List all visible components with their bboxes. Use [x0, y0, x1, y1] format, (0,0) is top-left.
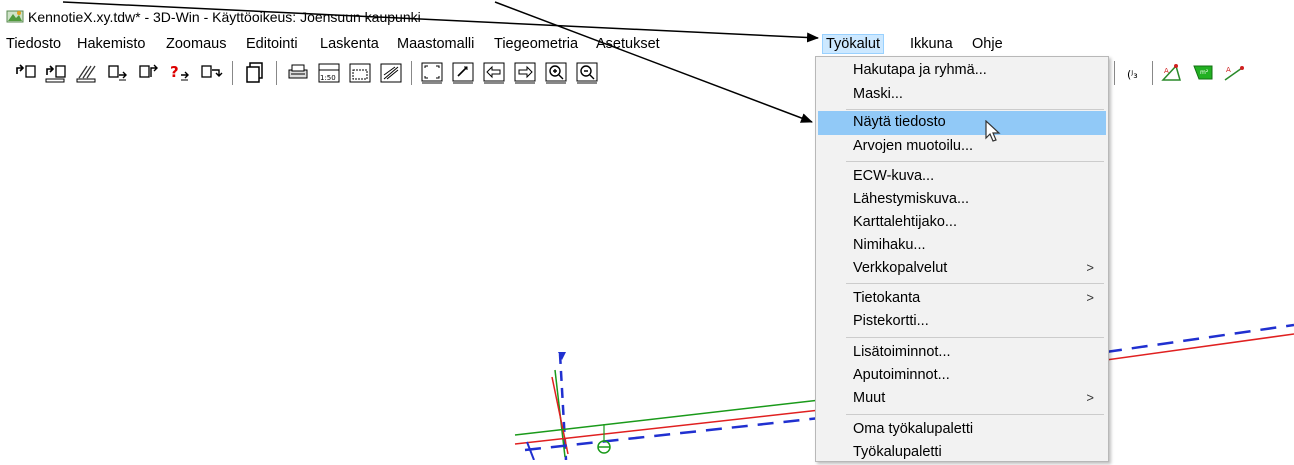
menu-item-nayta-tiedosto[interactable]: Näytä tiedosto	[818, 111, 1106, 135]
menu-item-label: Hakutapa ja ryhmä...	[853, 62, 987, 78]
new-file-icon[interactable]	[14, 60, 38, 86]
menu-item-oma-tyokalupaletti[interactable]: Oma työkalupaletti	[818, 418, 1106, 442]
toolbar-separator	[1152, 61, 1153, 85]
numbering-icon[interactable]: (ʲ₃	[1124, 60, 1148, 86]
menu-item-ecw-kuva[interactable]: ECW-kuva...	[818, 165, 1106, 189]
menu-item-label: Arvojen muotoilu...	[853, 138, 974, 154]
menu-bar: Tiedosto Hakemisto Zoomaus Editointi Las…	[0, 33, 1294, 57]
document-stack-icon[interactable]	[243, 60, 267, 86]
submenu-arrow-icon: >	[1086, 290, 1094, 305]
menu-separator	[846, 337, 1104, 338]
toolbar-separator	[411, 61, 412, 85]
menu-item-label: Maski...	[853, 86, 903, 102]
menu-item-verkkopalvelut[interactable]: Verkkopalvelut >	[818, 257, 1106, 281]
menu-item-aputoiminnot[interactable]: Aputoiminnot...	[818, 364, 1106, 388]
menu-item-label: Lähestymiskuva...	[853, 191, 970, 207]
menu-item-label: Näytä tiedosto	[853, 114, 946, 130]
menu-item-tyokalupaletti[interactable]: Työkalupaletti	[818, 441, 1106, 465]
red-line	[551, 376, 569, 455]
area-icon[interactable]: m²	[1191, 60, 1215, 86]
scale-label: 1:50	[320, 74, 336, 82]
print-icon[interactable]	[286, 60, 310, 86]
blue-cross-line	[526, 441, 535, 461]
menu-tiegeometria[interactable]: Tiegeometria	[491, 36, 581, 52]
menu-item-label: Työkalupaletti	[853, 444, 942, 460]
menu-item-label: Nimihaku...	[853, 237, 926, 253]
menu-item-lisatoiminnot[interactable]: Lisätoiminnot...	[818, 341, 1106, 365]
menu-item-label: Tietokanta	[853, 290, 921, 306]
menu-item-label: Karttalehtijako...	[853, 214, 957, 230]
file-next-icon[interactable]	[199, 60, 223, 86]
toolbar-separator	[276, 61, 277, 85]
open-file-icon[interactable]	[44, 60, 68, 86]
menu-item-pistekortti[interactable]: Pistekortti...	[818, 310, 1106, 334]
scale-1-50-icon[interactable]: 1:50	[317, 60, 341, 86]
svg-text:A: A	[1164, 67, 1169, 75]
menu-item-karttalehtijako[interactable]: Karttalehtijako...	[818, 211, 1106, 235]
menu-item-label: Muut	[853, 390, 886, 406]
file-query-icon[interactable]: ?	[168, 60, 192, 86]
menu-item-hakutapa[interactable]: Hakutapa ja ryhmä...	[818, 59, 1106, 83]
menu-tyokalut[interactable]: Työkalut	[822, 34, 884, 54]
zoom-in-icon[interactable]	[544, 60, 568, 86]
title-bar: KennotieX.xy.tdw* - 3D-Win - Käyttöoikeu…	[0, 0, 1294, 32]
toolbar-separator	[232, 61, 233, 85]
zoom-window-icon[interactable]	[451, 60, 475, 86]
menu-tiedosto[interactable]: Tiedosto	[3, 36, 64, 52]
mouse-pointer-icon	[985, 120, 1001, 142]
menu-maastomalli[interactable]: Maastomalli	[394, 36, 477, 52]
toolbar-separator	[1114, 61, 1115, 85]
print-area-icon[interactable]	[348, 60, 372, 86]
svg-text:(ʲ₃: (ʲ₃	[1127, 68, 1138, 81]
measure-angle-icon[interactable]: A	[1160, 60, 1184, 86]
menu-ohje[interactable]: Ohje	[969, 36, 1006, 52]
menu-item-muut[interactable]: Muut >	[818, 387, 1106, 411]
submenu-arrow-icon: >	[1086, 390, 1094, 405]
menu-item-label: Lisätoiminnot...	[853, 344, 951, 360]
window-title: KennotieX.xy.tdw* - 3D-Win - Käyttöoikeu…	[28, 9, 421, 25]
menu-item-label: ECW-kuva...	[853, 168, 935, 184]
menu-separator	[846, 161, 1104, 162]
pan-right-icon[interactable]	[513, 60, 537, 86]
menu-ikkuna[interactable]: Ikkuna	[907, 36, 956, 52]
menu-asetukset[interactable]: Asetukset	[593, 36, 663, 52]
menu-separator	[846, 283, 1104, 284]
menu-item-lahestymiskuva[interactable]: Lähestymiskuva...	[818, 188, 1106, 212]
menu-item-label: Aputoiminnot...	[853, 367, 950, 383]
menu-item-arvojen-muotoilu[interactable]: Arvojen muotoilu...	[818, 135, 1106, 159]
tyokalut-dropdown-menu: Hakutapa ja ryhmä... Maski... Näytä tied…	[815, 56, 1109, 462]
menu-item-nimihaku[interactable]: Nimihaku...	[818, 234, 1106, 258]
menu-zoomaus[interactable]: Zoomaus	[163, 36, 229, 52]
menu-hakemisto[interactable]: Hakemisto	[74, 36, 149, 52]
menu-item-tietokanta[interactable]: Tietokanta >	[818, 287, 1106, 311]
svg-text:m²: m²	[1200, 69, 1209, 76]
app-logo-icon[interactable]	[6, 8, 24, 24]
menu-laskenta[interactable]: Laskenta	[317, 36, 382, 52]
menu-item-maski[interactable]: Maski...	[818, 83, 1106, 107]
submenu-arrow-icon: >	[1086, 260, 1094, 275]
svg-text:A: A	[1226, 66, 1231, 74]
file-arrow-icon[interactable]	[106, 60, 130, 86]
menu-editointi[interactable]: Editointi	[243, 36, 301, 52]
copy-file-icon[interactable]	[75, 60, 99, 86]
measure-line-icon[interactable]: A	[1222, 60, 1246, 86]
zoom-extents-icon[interactable]	[420, 60, 444, 86]
blue-road-centerline	[524, 416, 821, 452]
svg-text:?: ?	[170, 63, 179, 81]
menu-item-label: Pistekortti...	[853, 313, 929, 329]
pan-left-icon[interactable]	[482, 60, 506, 86]
menu-separator	[846, 109, 1104, 110]
menu-item-label: Oma työkalupaletti	[853, 421, 974, 437]
zoom-out-icon[interactable]	[575, 60, 599, 86]
file-export-icon[interactable]	[137, 60, 161, 86]
menu-separator	[846, 414, 1104, 415]
print-preview-icon[interactable]	[379, 60, 403, 86]
menu-item-label: Verkkopalvelut	[853, 260, 948, 276]
